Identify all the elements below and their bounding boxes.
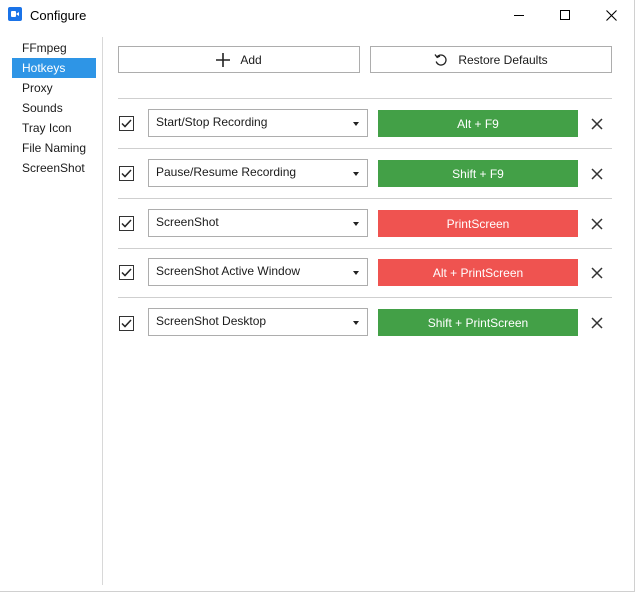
hotkey-key-button[interactable]: Shift + F9 [378, 160, 578, 187]
settings-sidebar: FFmpeg Hotkeys Proxy Sounds Tray Icon Fi… [0, 37, 103, 585]
hotkey-key-button[interactable]: Alt + PrintScreen [378, 259, 578, 286]
maximize-button[interactable] [542, 0, 588, 30]
add-button-label: Add [240, 52, 262, 67]
plus-icon [216, 52, 231, 67]
hotkey-action-value: Pause/Resume Recording [156, 165, 297, 179]
hotkey-enabled-checkbox[interactable] [119, 316, 134, 331]
chevron-down-icon [353, 271, 359, 275]
hotkey-enabled-checkbox[interactable] [119, 166, 134, 181]
hotkey-action-dropdown[interactable]: Pause/Resume Recording [148, 159, 368, 187]
maximize-icon [560, 10, 570, 20]
chevron-down-icon [353, 321, 359, 325]
hotkey-enabled-checkbox[interactable] [119, 265, 134, 280]
hotkey-key-button[interactable]: Shift + PrintScreen [378, 309, 578, 336]
hotkey-action-value: Start/Stop Recording [156, 115, 268, 129]
title-bar[interactable]: Configure [0, 0, 634, 30]
close-icon [591, 118, 603, 130]
row-divider [118, 148, 612, 149]
hotkey-action-dropdown[interactable]: ScreenShot Desktop [148, 308, 368, 336]
remove-hotkey-button[interactable] [588, 314, 606, 332]
remove-hotkey-button[interactable] [588, 215, 606, 233]
sidebar-item-ffmpeg[interactable]: FFmpeg [12, 38, 96, 58]
remove-hotkey-button[interactable] [588, 115, 606, 133]
hotkey-action-dropdown[interactable]: ScreenShot Active Window [148, 258, 368, 286]
checkmark-icon [121, 319, 132, 328]
sidebar-item-sounds[interactable]: Sounds [12, 98, 96, 118]
checkmark-icon [121, 268, 132, 277]
hotkey-key-button[interactable]: Alt + F9 [378, 110, 578, 137]
window-title: Configure [30, 8, 87, 23]
app-camera-icon [8, 7, 22, 21]
hotkey-enabled-checkbox[interactable] [119, 116, 134, 131]
configure-window: Configure FFmpeg Hotkeys Proxy Sounds Tr… [0, 0, 635, 592]
row-divider [118, 248, 612, 249]
sidebar-item-hotkeys[interactable]: Hotkeys [12, 58, 96, 78]
add-hotkey-button[interactable]: Add [118, 46, 360, 73]
sidebar-item-proxy[interactable]: Proxy [12, 78, 96, 98]
minimize-button[interactable] [496, 0, 542, 30]
checkmark-icon [121, 119, 132, 128]
minimize-icon [514, 14, 524, 16]
hotkey-action-value: ScreenShot Desktop [156, 314, 267, 328]
row-divider [118, 198, 612, 199]
chevron-down-icon [353, 172, 359, 176]
sidebar-item-screenshot[interactable]: ScreenShot [12, 158, 96, 178]
hotkey-action-dropdown[interactable]: ScreenShot [148, 209, 368, 237]
hotkey-action-value: ScreenShot [156, 215, 219, 229]
close-icon [591, 218, 603, 230]
sidebar-item-file-naming[interactable]: File Naming [12, 138, 96, 158]
remove-hotkey-button[interactable] [588, 165, 606, 183]
row-divider [118, 98, 612, 99]
close-button[interactable] [588, 0, 634, 30]
restore-button-label: Restore Defaults [458, 52, 548, 67]
close-icon [591, 317, 603, 329]
hotkey-action-value: ScreenShot Active Window [156, 264, 301, 278]
close-icon [605, 9, 617, 21]
hotkey-enabled-checkbox[interactable] [119, 216, 134, 231]
hotkey-key-button[interactable]: PrintScreen [378, 210, 578, 237]
close-icon [591, 168, 603, 180]
remove-hotkey-button[interactable] [588, 264, 606, 282]
sidebar-item-tray-icon[interactable]: Tray Icon [12, 118, 96, 138]
checkmark-icon [121, 169, 132, 178]
restore-icon [434, 53, 448, 67]
row-divider [118, 297, 612, 298]
close-icon [591, 267, 603, 279]
hotkey-action-dropdown[interactable]: Start/Stop Recording [148, 109, 368, 137]
restore-defaults-button[interactable]: Restore Defaults [370, 46, 612, 73]
checkmark-icon [121, 219, 132, 228]
chevron-down-icon [353, 122, 359, 126]
chevron-down-icon [353, 222, 359, 226]
